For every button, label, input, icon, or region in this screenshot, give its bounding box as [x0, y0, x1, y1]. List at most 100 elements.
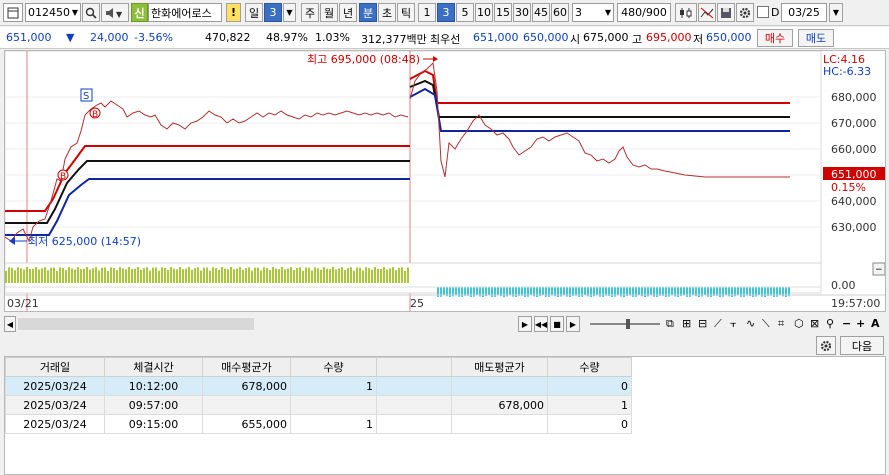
play-right-icon[interactable]: ▶ [518, 316, 532, 332]
volume-bar [251, 270, 253, 283]
tool-cycle-icon[interactable]: ⌗ [778, 317, 784, 331]
period-second[interactable]: 초 [378, 3, 396, 22]
volume-bar [29, 268, 31, 283]
minute-5[interactable]: 5 [456, 3, 474, 22]
data-count[interactable]: 480/900 [617, 3, 671, 22]
font-size-icon[interactable]: A [871, 317, 880, 330]
volume-bar [758, 287, 760, 296]
gear-icon[interactable] [816, 336, 836, 355]
rewind-icon[interactable]: ◀◀ [534, 316, 548, 332]
stock-code-combo[interactable]: 012450 ▼ [25, 3, 81, 22]
volume-bar [44, 267, 46, 283]
volume-bar [509, 287, 511, 296]
high-label: 고 [632, 33, 643, 46]
d-checkbox[interactable] [757, 6, 769, 18]
period-day[interactable]: 일 [245, 3, 263, 22]
low-label: 저 [693, 33, 704, 46]
volume-bar [290, 267, 292, 283]
volume-bar [725, 287, 727, 296]
tool-shape-icon[interactable]: ⬡ [794, 317, 804, 330]
calendar-dropdown-icon[interactable]: ▼ [829, 3, 843, 22]
volume-bar [383, 267, 385, 283]
chart-canvas[interactable]: 최고 695,000 (08:48) 최저 625,000 (14:57) S … [4, 50, 886, 311]
volume-bar [344, 270, 346, 283]
volume-bar [575, 287, 577, 296]
tool-fib-icon[interactable]: ⫟ [730, 317, 737, 331]
minute-10[interactable]: 10 [475, 3, 493, 22]
minute-30[interactable]: 30 [513, 3, 531, 22]
volume-bar [239, 267, 241, 283]
svg-text:▼: ▼ [116, 10, 123, 19]
volume-bar [380, 269, 382, 283]
col-trade-date[interactable]: 거래일 [5, 357, 105, 377]
col-exec-time[interactable]: 체결시간 [104, 357, 203, 377]
tool-grid-icon[interactable]: ⊞ [682, 317, 691, 330]
date-field[interactable]: 03/25 [781, 3, 827, 22]
tool-ruler-icon[interactable]: ⊟ [698, 317, 707, 330]
custom-interval-combo[interactable]: 3 ▼ [572, 3, 614, 22]
volume-bar [215, 268, 217, 283]
volume-bar [368, 268, 370, 283]
speaker-icon[interactable]: ▼ [101, 3, 129, 22]
period-minute[interactable]: 분 [359, 3, 377, 22]
table-header-row: 거래일 체결시간 매수평균가 수량 매도평균가 수량 [5, 357, 632, 377]
tool-group-icon[interactable]: ⧉ [666, 317, 674, 331]
sell-button[interactable]: 매도 [798, 29, 834, 47]
volume-bar [443, 287, 445, 296]
volume-bar [59, 267, 61, 283]
scrollbar-thumb[interactable] [18, 318, 254, 330]
minute-45[interactable]: 45 [532, 3, 550, 22]
gear-icon[interactable] [736, 3, 754, 22]
fast-forward-icon[interactable]: ▶ [566, 316, 580, 332]
period-month[interactable]: 월 [320, 3, 338, 22]
price-chart[interactable]: 최고 695,000 (08:48) 최저 625,000 (14:57) S … [4, 50, 886, 312]
zoom-slider[interactable] [590, 323, 660, 325]
period-week[interactable]: 주 [301, 3, 319, 22]
col-sell-avg[interactable]: 매도평균가 [451, 357, 548, 377]
layout-icon[interactable] [3, 3, 23, 22]
search-icon[interactable] [82, 3, 100, 22]
best-ask: 651,000 [473, 31, 519, 44]
minute-1[interactable]: 1 [418, 3, 436, 22]
scroll-left-icon[interactable]: ◀ [4, 316, 16, 332]
col-buy-qty[interactable]: 수량 [290, 357, 377, 377]
table-row[interactable]: 2025/03/24 10:12:00 678,000 1 0 [5, 376, 632, 396]
warning-badge[interactable]: ! [226, 3, 241, 22]
volume-bar [398, 267, 400, 283]
tool-trend-icon[interactable]: ⟍ [762, 317, 770, 331]
minute-60[interactable]: 60 [551, 3, 569, 22]
chevron-down-icon: ▼ [604, 8, 611, 17]
chevron-down-icon[interactable]: ▼ [283, 3, 296, 22]
zoom-in-icon[interactable]: + [856, 317, 865, 330]
next-button[interactable]: 다음 [840, 336, 884, 355]
tool-line-icon[interactable]: ⟋ [714, 317, 722, 331]
minute-3[interactable]: 3 [437, 3, 455, 22]
minute-15[interactable]: 15 [494, 3, 512, 22]
zoom-search-icon[interactable]: ⚲ [826, 317, 834, 330]
col-sell-qty[interactable]: 수량 [547, 357, 632, 377]
volume-bar [179, 267, 181, 283]
compare-chart-icon[interactable] [698, 3, 716, 22]
volume-bar [311, 270, 313, 283]
volume-bar [227, 269, 229, 283]
zoom-out-icon[interactable]: − [842, 317, 851, 330]
period-tick[interactable]: 틱 [397, 3, 415, 22]
candle-settings-icon[interactable] [675, 3, 697, 22]
table-row[interactable]: 2025/03/24 09:15:00 655,000 1 0 [5, 414, 632, 434]
tool-text-icon[interactable]: ⊠ [810, 317, 819, 330]
col-buy-avg[interactable]: 매수평균가 [202, 357, 291, 377]
stop-icon[interactable]: ■ [550, 316, 564, 332]
zoom-slider-handle[interactable] [626, 319, 630, 329]
open-label: 시 [570, 33, 581, 46]
volume-bar [242, 269, 244, 283]
high-price: 695,000 [646, 31, 692, 44]
period-year[interactable]: 년 [339, 3, 357, 22]
day-value[interactable]: 3 [264, 3, 282, 22]
time-label: 19:57:00 [831, 297, 880, 310]
save-icon[interactable] [717, 3, 735, 22]
table-row[interactable]: 2025/03/24 09:57:00 678,000 1 [5, 395, 632, 415]
svg-text:670,000: 670,000 [831, 117, 877, 130]
tool-wave-icon[interactable]: ∿ [746, 317, 755, 330]
volume-bar [155, 267, 157, 283]
buy-button[interactable]: 매수 [757, 29, 793, 47]
